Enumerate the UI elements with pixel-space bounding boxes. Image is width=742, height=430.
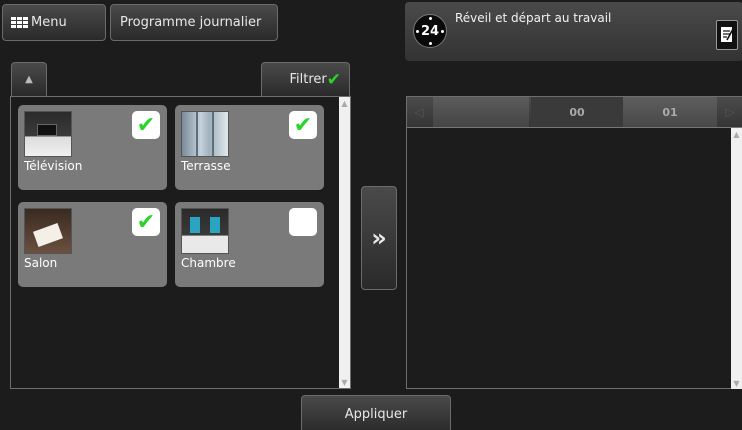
room-label: Salon [24,256,58,270]
scenario-title: Réveil et départ au travail [455,11,612,25]
menu-button[interactable]: Menu [2,4,106,41]
timeline-prev-icon[interactable]: ◁ [407,97,431,127]
room-label: Terrasse [181,159,231,173]
chambre-thumbnail [181,208,229,254]
grid-icon [11,17,28,28]
room-card-terrasse[interactable]: Terrasse ✔ [175,105,324,190]
timeline-next-icon[interactable]: ▷ [718,97,742,127]
hour-cell[interactable]: 01 [623,97,717,127]
daily-programme-label: Programme journalier [120,15,262,30]
edit-note-icon[interactable] [716,20,738,50]
double-chevron-right-icon: » [371,224,387,252]
timeline-header: ◁ 00 01 ▷ [407,97,742,128]
apply-label: Appliquer [344,406,408,422]
apply-button[interactable]: Appliquer [301,395,451,430]
salon-thumbnail [24,208,72,254]
transfer-button[interactable]: » [361,186,397,290]
filter-label: Filtrer [289,72,327,87]
terrasse-thumbnail [181,111,229,157]
checkbox-unchecked[interactable] [289,208,317,236]
hour-cell[interactable]: 00 [531,97,623,127]
timeline-panel: ◁ 00 01 ▷ ▲ ▼ [406,96,742,389]
clock-text: 24 [420,23,440,39]
scroll-up-icon[interactable]: ▲ [731,128,742,140]
room-card-chambre[interactable]: Chambre [175,202,324,287]
timeline-scrollbar[interactable]: ▲ ▼ [731,128,742,389]
filter-button[interactable]: Filtrer ✔ [261,62,350,96]
room-label: Chambre [181,256,236,270]
collapse-button[interactable]: ▲ [11,62,47,96]
chevron-up-icon: ▲ [25,74,33,85]
room-list-scrollbar[interactable]: ▲ ▼ [339,97,350,388]
scroll-up-icon[interactable]: ▲ [339,97,350,109]
television-thumbnail [24,111,72,157]
room-list: Télévision ✔ Terrasse ✔ Salon ✔ Chambre … [10,96,351,389]
scroll-down-icon[interactable]: ▼ [731,377,742,389]
checkbox-checked[interactable]: ✔ [289,111,317,139]
scenario-header: 24 Réveil et départ au travail [405,2,742,61]
menu-label: Menu [31,15,67,30]
room-card-salon[interactable]: Salon ✔ [18,202,167,287]
daily-programme-button[interactable]: Programme journalier [110,4,278,41]
checkbox-checked[interactable]: ✔ [132,208,160,236]
timeline-cell-blank [433,97,529,127]
room-label: Télévision [24,159,83,173]
checkbox-checked[interactable]: ✔ [132,111,160,139]
scroll-down-icon[interactable]: ▼ [339,376,350,388]
room-card-television[interactable]: Télévision ✔ [18,105,167,190]
check-icon: ✔ [326,69,341,90]
clock-24h-icon: 24 [413,14,447,48]
